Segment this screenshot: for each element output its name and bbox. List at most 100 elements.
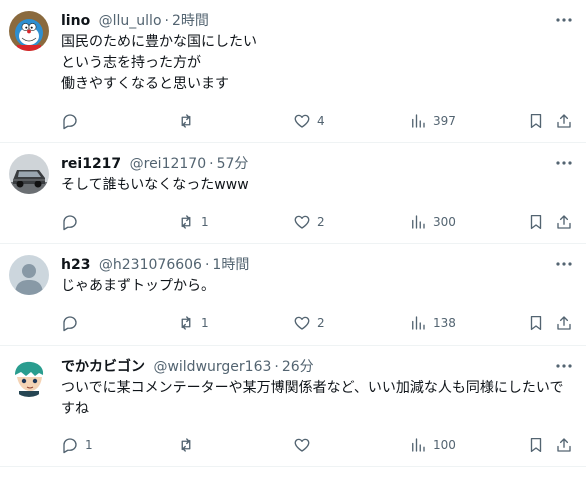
retweet-button[interactable] <box>177 111 201 131</box>
like-button[interactable]: 2 <box>293 313 325 333</box>
heart-icon <box>294 438 310 452</box>
action-bar: 4 397 <box>61 111 586 131</box>
bookmark-icon <box>530 437 542 453</box>
like-button[interactable]: 2 <box>293 212 325 232</box>
like-button[interactable]: 4 <box>293 111 325 131</box>
tweet[interactable]: lino @llu_ullo · 2時間 国民のために豊かな国にしたい という志を持… <box>0 0 586 143</box>
share-icon <box>557 215 571 229</box>
more-icon <box>556 161 572 165</box>
like-count: 2 <box>317 316 325 330</box>
share-button[interactable] <box>555 435 573 455</box>
user-handle[interactable]: @llu_ullo <box>99 13 162 29</box>
reply-feed: lino @llu_ullo · 2時間 国民のために豊かな国にしたい という志を持… <box>0 0 586 479</box>
heart-icon <box>294 316 310 330</box>
bookmark-button[interactable] <box>527 111 545 131</box>
bookmark-icon <box>530 113 542 129</box>
retweet-icon <box>181 215 191 229</box>
cartoon-character-avatar-icon <box>9 357 49 397</box>
view-count: 100 <box>433 438 456 452</box>
view-count: 300 <box>433 215 456 229</box>
divider <box>0 466 586 467</box>
timestamp[interactable]: 26分 <box>282 359 314 375</box>
tweet-header: h23 @h231076606 · 1時間 <box>61 255 249 275</box>
more-options-button[interactable] <box>554 255 574 273</box>
share-button[interactable] <box>555 111 573 131</box>
tweet[interactable]: h23 @h231076606 · 1時間 じゃあまずトップから。 1 2 13… <box>0 244 586 346</box>
retweet-icon <box>181 114 191 128</box>
views-button[interactable]: 397 <box>409 111 456 131</box>
robot-cat-avatar-icon <box>9 11 49 51</box>
reply-button[interactable] <box>61 111 85 131</box>
retweet-button[interactable]: 1 <box>177 212 209 232</box>
separator: · <box>274 359 279 375</box>
separator: · <box>204 257 210 273</box>
timestamp[interactable]: 1時間 <box>212 257 249 273</box>
more-icon <box>556 18 572 22</box>
more-icon <box>556 364 572 368</box>
default-person-avatar-icon <box>9 255 49 295</box>
more-options-button[interactable] <box>554 11 574 29</box>
analytics-icon <box>412 215 425 229</box>
car-avatar-icon <box>9 154 49 194</box>
views-button[interactable]: 300 <box>409 212 456 232</box>
user-handle[interactable]: @h231076606 <box>99 257 202 273</box>
action-bar: 1 2 138 <box>61 313 586 333</box>
separator: · <box>164 13 169 29</box>
tweet-text: 国民のために豊かな国にしたい という志を持った方が 働きやすくなると思います <box>61 34 257 92</box>
reply-icon <box>63 215 77 231</box>
timestamp[interactable]: 2時間 <box>172 13 209 29</box>
reply-button[interactable] <box>61 313 85 333</box>
retweet-count: 1 <box>201 316 209 330</box>
reply-button[interactable]: 1 <box>61 435 93 455</box>
bookmark-button[interactable] <box>527 212 545 232</box>
display-name[interactable]: rei1217 <box>61 156 121 172</box>
action-bar: 1 100 <box>61 435 586 455</box>
user-handle[interactable]: @rei12170 <box>130 156 207 172</box>
retweet-button[interactable] <box>177 435 201 455</box>
timestamp[interactable]: 57分 <box>217 156 249 172</box>
tweet-header: rei1217 @rei12170 · 57分 <box>61 154 248 174</box>
action-bar: 1 2 300 <box>61 212 586 232</box>
share-icon <box>557 316 571 330</box>
views-button[interactable]: 138 <box>409 313 456 333</box>
view-count: 397 <box>433 114 456 128</box>
tweet[interactable]: rei1217 @rei12170 · 57分 そして誰もいなくなったwww 1 2 <box>0 143 586 244</box>
tweet-text: そして誰もいなくなったwww <box>61 177 249 193</box>
display-name[interactable]: lino <box>61 13 90 29</box>
reply-icon <box>63 438 77 454</box>
tweet-header: lino @llu_ullo · 2時間 <box>61 11 209 31</box>
like-count: 4 <box>317 114 325 128</box>
reply-icon <box>63 316 77 332</box>
user-handle[interactable]: @wildwurger163 <box>153 359 271 375</box>
share-icon <box>557 114 571 128</box>
views-button[interactable]: 100 <box>409 435 456 455</box>
reply-button[interactable] <box>61 212 85 232</box>
tweet-text: じゃあまずトップから。 <box>61 278 215 294</box>
share-button[interactable] <box>555 212 573 232</box>
avatar[interactable] <box>9 255 49 295</box>
bookmark-button[interactable] <box>527 435 545 455</box>
analytics-icon <box>412 316 425 330</box>
view-count: 138 <box>433 316 456 330</box>
avatar[interactable] <box>9 154 49 194</box>
like-button[interactable] <box>293 435 317 455</box>
more-options-button[interactable] <box>554 357 574 375</box>
bookmark-button[interactable] <box>527 313 545 333</box>
tweet[interactable]: でかカビゴン @wildwurger163 · 26分 ついでに某コメンテーターや某… <box>0 346 586 467</box>
heart-icon <box>294 215 310 229</box>
display-name[interactable]: でかカビゴン <box>61 359 145 375</box>
bookmark-icon <box>530 315 542 331</box>
tweet-text: ついでに某コメンテーターや某万博関係者など、いい加減な人も同様にしたいですね <box>61 380 564 417</box>
like-count: 2 <box>317 215 325 229</box>
avatar[interactable] <box>9 11 49 51</box>
bookmark-icon <box>530 214 542 230</box>
analytics-icon <box>412 438 425 452</box>
retweet-count: 1 <box>201 215 209 229</box>
more-icon <box>556 262 572 266</box>
share-button[interactable] <box>555 313 573 333</box>
more-options-button[interactable] <box>554 154 574 172</box>
display-name[interactable]: h23 <box>61 257 90 273</box>
retweet-button[interactable]: 1 <box>177 313 209 333</box>
avatar[interactable] <box>9 357 49 397</box>
heart-icon <box>294 114 310 128</box>
